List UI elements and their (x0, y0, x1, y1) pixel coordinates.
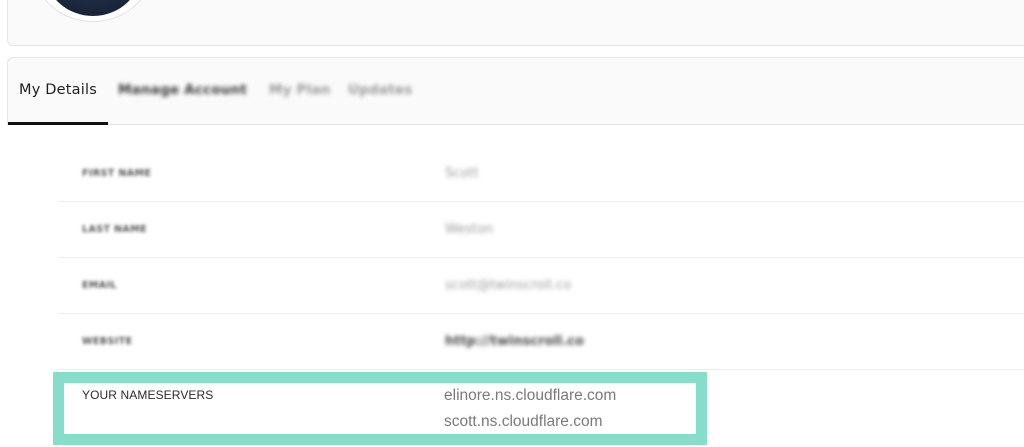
last-name-label: LAST NAME (82, 224, 147, 235)
tab-my-details[interactable]: My Details (19, 82, 97, 98)
avatar[interactable] (35, 0, 151, 22)
detail-row-first-name: FIRST NAME Scott (58, 146, 1024, 202)
email-label: EMAIL (82, 280, 117, 291)
detail-row-last-name: LAST NAME Weston (58, 202, 1024, 258)
nameservers-highlight: YOUR NAMESERVERS elinore.ns.cloudflare.c… (53, 372, 707, 445)
website-value[interactable]: http://twinscroll.co (445, 334, 584, 349)
nameserver-value-2: scott.ns.cloudflare.com (444, 413, 603, 430)
tabs-bar: My Details Manage Account My Plan Update… (7, 57, 1024, 125)
active-tab-indicator (8, 122, 108, 125)
first-name-label: FIRST NAME (82, 168, 152, 179)
profile-header-card (7, 0, 1024, 46)
nameserver-value-1: elinore.ns.cloudflare.com (444, 387, 617, 404)
tab-my-plan[interactable]: My Plan (269, 82, 331, 98)
user-avatar-icon (44, 0, 142, 16)
last-name-value: Weston (445, 222, 494, 237)
nameservers-label: YOUR NAMESERVERS (82, 388, 214, 402)
account-page: My Details Manage Account My Plan Update… (0, 0, 1024, 447)
email-value: scott@twinscroll.co (445, 278, 572, 293)
detail-row-website: WEBSITE http://twinscroll.co (58, 314, 1024, 370)
tab-manage-account[interactable]: Manage Account (118, 82, 247, 98)
first-name-value: Scott (445, 166, 479, 181)
detail-row-email: EMAIL scott@twinscroll.co (58, 258, 1024, 314)
tab-updates[interactable]: Updates (348, 82, 412, 98)
website-label: WEBSITE (82, 336, 133, 347)
